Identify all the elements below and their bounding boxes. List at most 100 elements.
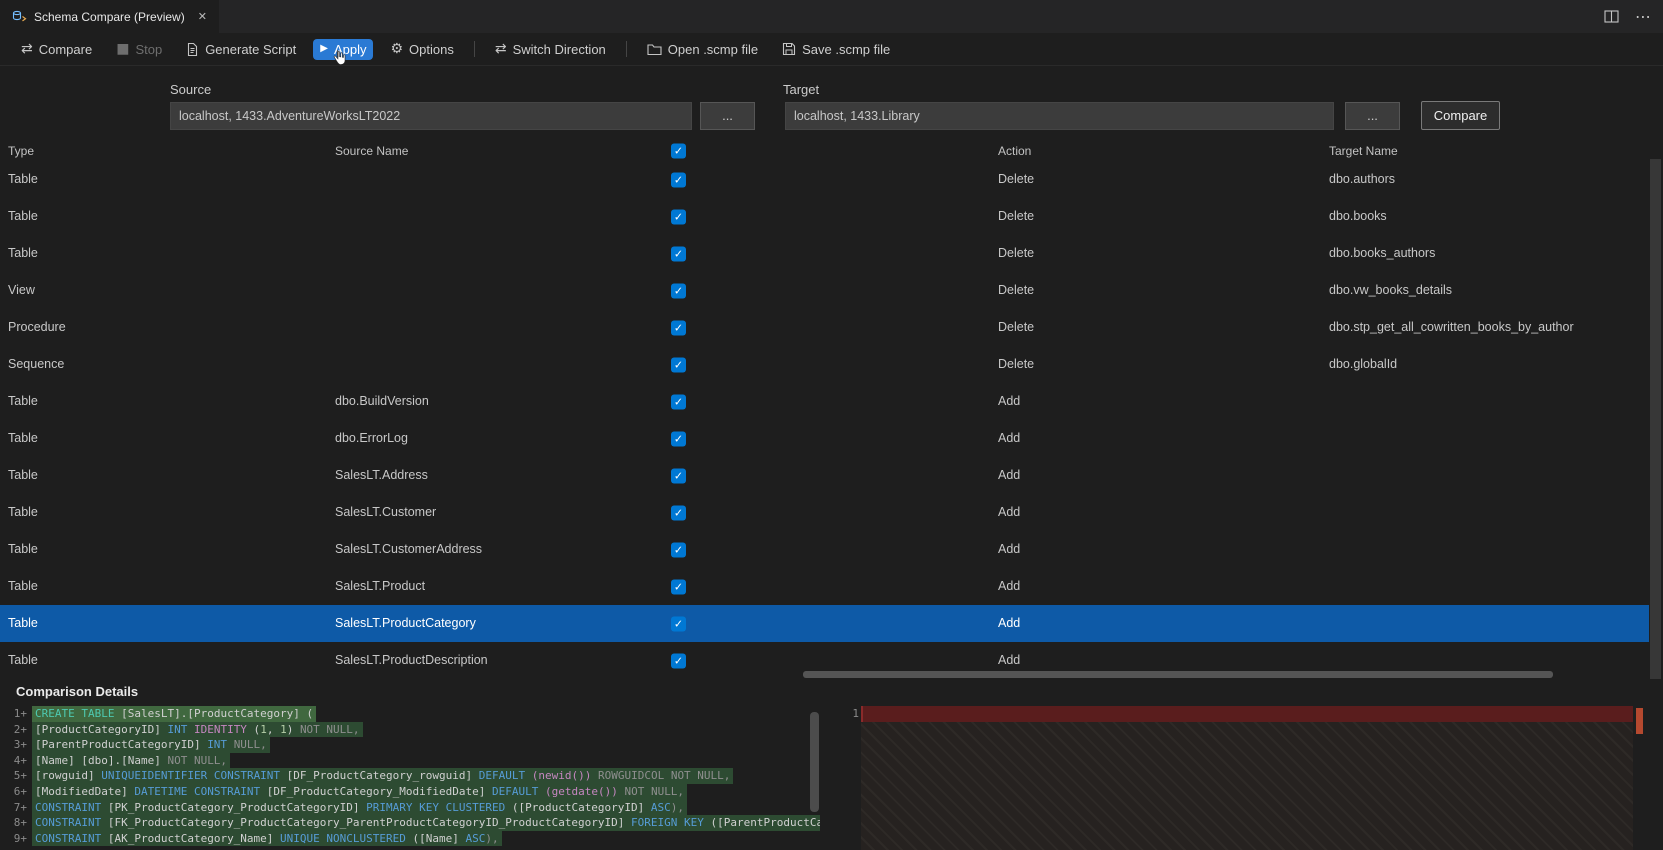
table-row[interactable]: Table SalesLT.CustomerAddress ✓ Add <box>0 531 1649 568</box>
tab-bar: Schema Compare (Preview) ✕ ⋯ <box>0 0 1663 33</box>
row-source-name: SalesLT.Address <box>335 468 428 482</box>
row-source-name: SalesLT.CustomerAddress <box>335 542 483 556</box>
close-icon[interactable]: ✕ <box>198 10 207 23</box>
row-checkbox[interactable]: ✓ <box>671 616 686 631</box>
diff-editor: 1+ CREATE TABLE [SalesLT].[ProductCategor… <box>0 706 1663 850</box>
tab-schema-compare[interactable]: Schema Compare (Preview) ✕ <box>0 0 220 33</box>
schema-compare-window: Schema Compare (Preview) ✕ ⋯ ⇄ Compare ■… <box>0 0 1663 850</box>
compare-action-button[interactable]: Compare <box>1421 101 1500 130</box>
comparison-grid: Table ✓ Delete dbo.authors Table ✓ Delete dbo.b… <box>0 161 1649 679</box>
options-label: Options <box>409 41 454 57</box>
table-row[interactable]: Table ✓ Delete dbo.books_authors <box>0 235 1649 272</box>
stop-button[interactable]: ■ Stop <box>109 39 169 60</box>
save-scmp-button[interactable]: Save .scmp file <box>775 39 897 60</box>
row-source-name: dbo.BuildVersion <box>335 394 429 408</box>
target-label: Target <box>783 82 820 97</box>
more-actions-icon[interactable]: ⋯ <box>1635 7 1651 27</box>
table-row[interactable]: Table dbo.BuildVersion ✓ Add <box>0 383 1649 420</box>
row-checkbox[interactable]: ✓ <box>671 283 686 298</box>
split-editor-icon[interactable] <box>1604 10 1619 23</box>
code-line: CREATE TABLE [SalesLT].[ProductCategory]… <box>32 706 317 722</box>
row-type: Procedure <box>8 320 66 334</box>
column-source-name[interactable]: Source Name <box>335 141 665 161</box>
row-action: Add <box>998 468 1021 482</box>
stop-icon: ■ <box>116 41 130 57</box>
table-row[interactable]: View ✓ Delete dbo.vw_books_details <box>0 272 1649 309</box>
table-row[interactable]: Table SalesLT.Product ✓ Add <box>0 568 1649 605</box>
row-checkbox[interactable]: ✓ <box>671 505 686 520</box>
row-source-name: dbo.ErrorLog <box>335 431 408 445</box>
table-row[interactable]: Procedure ✓ Delete dbo.stp_get_all_cowritte… <box>0 309 1649 346</box>
apply-label: Apply <box>333 41 367 57</box>
row-checkbox[interactable]: ✓ <box>671 542 686 557</box>
diff-line: 2+ [ProductCategoryID] INT IDENTITY (1, 1… <box>0 721 820 738</box>
grid-header: Type Source Name ✓ Action Target Name <box>0 141 1649 161</box>
row-action: Delete <box>998 172 1035 186</box>
switch-direction-label: Switch Direction <box>512 41 606 57</box>
column-action[interactable]: Action <box>998 141 1298 161</box>
code-line: CONSTRAINT [FK_ProductCategory_ProductCa… <box>32 815 820 831</box>
code-line: [ProductCategoryID] INT IDENTITY (1, 1) … <box>32 721 363 738</box>
horizontal-scrollbar[interactable] <box>803 671 1553 678</box>
row-checkbox[interactable]: ✓ <box>671 357 686 372</box>
details-header: Comparison Details <box>0 679 1663 706</box>
column-target-name[interactable]: Target Name <box>1329 141 1645 161</box>
table-row[interactable]: Table dbo.ErrorLog ✓ Add <box>0 420 1649 457</box>
select-all-checkbox[interactable]: ✓ <box>671 143 686 159</box>
removed-line-placeholder <box>861 706 1633 722</box>
row-checkbox[interactable]: ✓ <box>671 579 686 594</box>
switch-direction-button[interactable]: ⇄ Switch Direction <box>488 39 613 60</box>
table-row[interactable]: Table SalesLT.Address ✓ Add <box>0 457 1649 494</box>
row-checkbox[interactable]: ✓ <box>671 209 686 224</box>
toolbar-separator <box>625 41 627 57</box>
row-target-name: dbo.globalId <box>1329 357 1398 371</box>
row-action: Delete <box>998 283 1035 297</box>
table-row[interactable]: Table SalesLT.Customer ✓ Add <box>0 494 1649 531</box>
row-target-name: dbo.vw_books_details <box>1329 283 1452 297</box>
diff-line: 4+ [Name] [dbo].[Name] NOT NULL, <box>0 752 820 769</box>
row-type: Table <box>8 172 38 186</box>
column-type[interactable]: Type <box>8 141 308 161</box>
diff-source-pane: 1+ CREATE TABLE [SalesLT].[ProductCategor… <box>0 706 820 850</box>
row-checkbox[interactable]: ✓ <box>671 431 686 446</box>
row-checkbox[interactable]: ✓ <box>671 468 686 483</box>
row-target-name: dbo.books_authors <box>1329 246 1436 260</box>
row-type: Table <box>8 505 38 519</box>
generate-script-button[interactable]: Generate Script <box>179 39 303 60</box>
source-input[interactable] <box>170 102 692 130</box>
row-type: Table <box>8 209 38 223</box>
table-row[interactable]: Table SalesLT.ProductCategory ✓ Add <box>0 605 1649 642</box>
row-source-name: SalesLT.ProductDescription <box>335 653 488 667</box>
compare-button[interactable]: ⇄ Compare <box>14 39 99 60</box>
row-checkbox[interactable]: ✓ <box>671 653 686 668</box>
options-button[interactable]: ⚙ Options <box>383 39 460 60</box>
row-action: Add <box>998 542 1021 556</box>
open-scmp-label: Open .scmp file <box>667 41 759 57</box>
play-icon: ▶ <box>320 43 328 54</box>
diff-empty-hatch <box>861 721 1633 850</box>
source-browse-button[interactable]: ... <box>700 102 755 130</box>
schema-compare-icon <box>12 10 27 24</box>
code-line: [ModifiedDate] DATETIME CONSTRAINT [DF_P… <box>32 783 688 800</box>
row-checkbox[interactable]: ✓ <box>671 394 686 409</box>
save-icon <box>782 42 796 56</box>
code-line: [Name] [dbo].[Name] NOT NULL, <box>32 752 231 769</box>
diff-left-scrollbar[interactable] <box>810 712 819 812</box>
row-checkbox[interactable]: ✓ <box>671 172 686 187</box>
open-scmp-button[interactable]: Open .scmp file <box>640 39 765 60</box>
apply-button[interactable]: ▶ Apply <box>313 38 374 60</box>
line-number: 4+ <box>13 753 27 767</box>
diff-line: 8+ CONSTRAINT [FK_ProductCategory_Product… <box>0 815 820 831</box>
vertical-scrollbar[interactable] <box>1650 159 1661 682</box>
open-folder-icon <box>647 43 662 56</box>
diff-line: 6+ [ModifiedDate] DATETIME CONSTRAINT [DF… <box>0 783 820 800</box>
target-input[interactable] <box>785 102 1334 130</box>
row-source-name: SalesLT.Customer <box>335 505 437 519</box>
row-checkbox[interactable]: ✓ <box>671 320 686 335</box>
table-row[interactable]: Sequence ✓ Delete dbo.globalId <box>0 346 1649 383</box>
table-row[interactable]: Table ✓ Delete dbo.authors <box>0 161 1649 198</box>
table-row[interactable]: Table ✓ Delete dbo.books <box>0 198 1649 235</box>
row-checkbox[interactable]: ✓ <box>671 246 686 261</box>
target-browse-button[interactable]: ... <box>1345 102 1400 130</box>
diff-line: 9+ CONSTRAINT [AK_ProductCategory_Name] U… <box>0 830 820 847</box>
